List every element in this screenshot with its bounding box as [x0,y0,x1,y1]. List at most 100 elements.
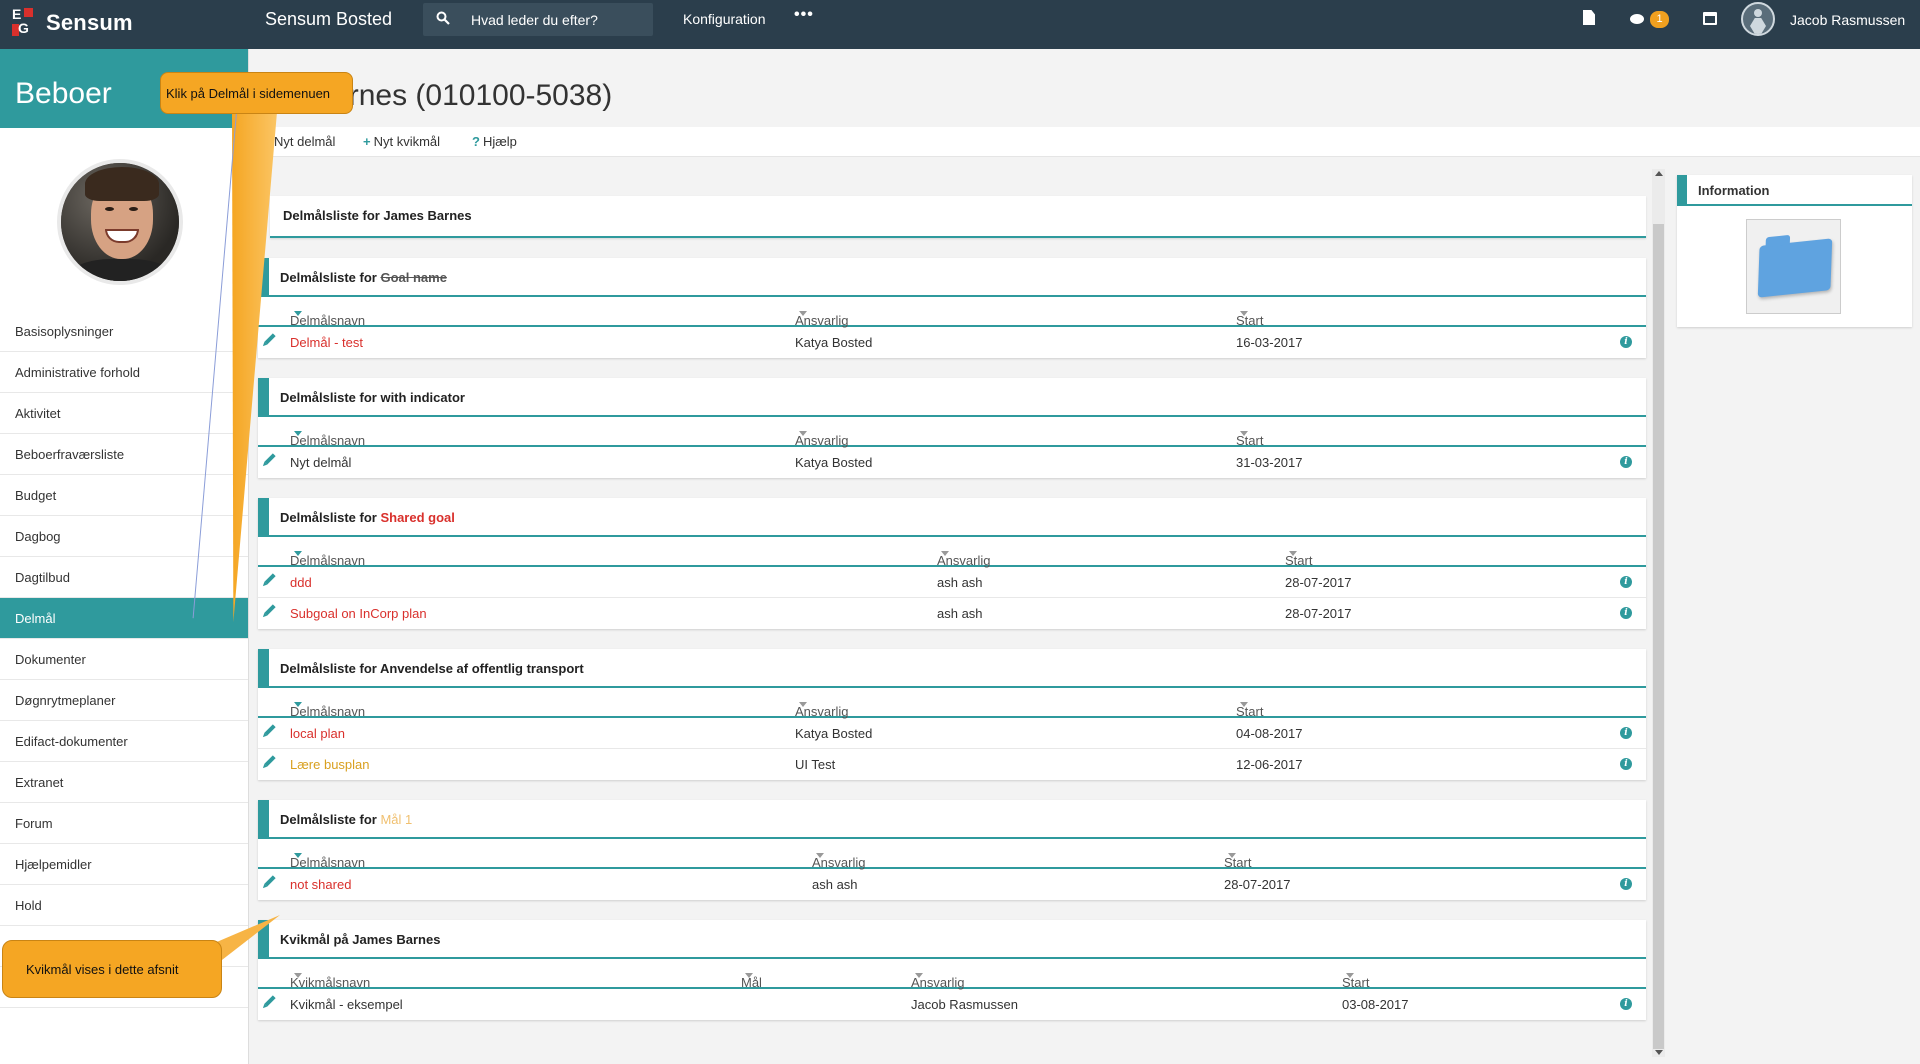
sidebar-item-hjaelpemidler[interactable]: Hjælpemidler [0,844,248,885]
col-quickgoal-name[interactable]: Kvikmålsnavn [290,967,370,990]
col-start[interactable]: Start [1285,545,1312,568]
start-date: 31-03-2017 [1236,455,1303,470]
resident-photo [57,159,183,285]
subgoal-link[interactable]: local plan [290,726,345,741]
col-subgoal-name[interactable]: Delmålsnavn [290,847,365,870]
edit-pencil-icon[interactable] [264,604,276,616]
sensum-logo[interactable]: EG Sensum [12,6,133,40]
help-button[interactable]: ? Hjælp [472,134,517,149]
subgoal-link[interactable]: not shared [290,877,351,892]
table-row: Kvikmål - eksempel Jacob Rasmussen 03-08… [258,989,1646,1020]
folder-icon [1757,238,1833,298]
info-icon[interactable]: i [1620,758,1632,770]
col-subgoal-name[interactable]: Delmålsnavn [290,305,365,328]
edit-pencil-icon[interactable] [264,724,276,736]
sidebar-item-hold[interactable]: Hold [0,885,248,926]
sidebar-item-dokumenter[interactable]: Dokumenter [0,639,248,680]
subgoal-link[interactable]: Nyt delmål [290,455,351,470]
scroll-thumb[interactable] [1653,224,1664,1049]
sidebar-item-administrative-forhold[interactable]: Administrative forhold [0,352,248,393]
organization-name[interactable]: Sensum Bosted [265,9,392,30]
col-start[interactable]: Start [1236,696,1263,719]
sidebar-item-delmal[interactable]: Delmål [0,598,248,639]
info-icon[interactable]: i [1620,727,1632,739]
scroll-down-icon[interactable] [1655,1050,1663,1055]
info-icon[interactable]: i [1620,336,1632,348]
group-goal-name: Anvendelse af offentlig transport [379,661,584,676]
col-responsible[interactable]: Ansvarlig [795,696,848,719]
subgoal-link[interactable]: ddd [290,575,312,590]
col-responsible[interactable]: Ansvarlig [911,967,964,990]
edit-pencil-icon[interactable] [264,333,276,345]
sidebar-item-beboerfravaersliste[interactable]: Beboerfraværsliste [0,434,248,475]
col-subgoal-name[interactable]: Delmålsnavn [290,696,365,719]
table-row: Delmål - test Katya Bosted 16-03-2017 i [258,327,1646,358]
edit-pencil-icon[interactable] [264,453,276,465]
column-headers: Delmålsnavn Ansvarlig Start [258,688,1646,719]
new-quickgoal-label: Nyt kvikmål [373,134,441,149]
group-goal-name[interactable]: Mål 1 [380,812,412,827]
edit-pencil-icon[interactable] [264,573,276,585]
col-responsible[interactable]: Ansvarlig [795,425,848,448]
scroll-up-icon[interactable] [1655,171,1663,176]
sidebar-item-extranet[interactable]: Extranet [0,762,248,803]
col-subgoal-name[interactable]: Delmålsnavn [290,545,365,568]
help-label: Hjælp [482,134,517,149]
col-goal[interactable]: Mål [741,967,762,990]
sidebar-item-edifact-dokumenter[interactable]: Edifact-dokumenter [0,721,248,762]
calendar-icon[interactable] [1703,12,1717,25]
edit-pencil-icon[interactable] [264,875,276,887]
col-start[interactable]: Start [1224,847,1251,870]
quickgoal-link[interactable]: Kvikmål - eksempel [290,997,403,1012]
col-start[interactable]: Start [1236,425,1263,448]
sidebar-item-forum[interactable]: Forum [0,803,248,844]
subgoal-link[interactable]: Subgoal on InCorp plan [290,606,427,621]
sidebar-item-dagtilbud[interactable]: Dagtilbud [0,557,248,598]
info-icon[interactable]: i [1620,878,1632,890]
user-avatar[interactable] [1741,2,1775,36]
table-row: not shared ash ash 28-07-2017 i [258,869,1646,900]
col-start[interactable]: Start [1236,305,1263,328]
new-subgoal-button[interactable]: Nyt delmål [274,134,335,149]
search-input[interactable]: Hvad leder du efter? [471,12,598,28]
group-header: Delmålsliste for Mål 1 [258,800,1646,839]
main-scrollbar[interactable] [1652,169,1665,1057]
quickgoal-header: Kvikmål på James Barnes [258,920,1646,959]
more-menu-icon[interactable]: ••• [794,6,814,24]
info-icon[interactable]: i [1620,998,1632,1010]
responsible: ash ash [937,575,983,590]
plus-icon: + [363,134,371,149]
col-responsible[interactable]: Ansvarlig [812,847,865,870]
chat-icon[interactable] [1630,14,1644,24]
group-prefix: Delmålsliste for [280,270,377,285]
info-icon[interactable]: i [1620,576,1632,588]
search-box[interactable]: Hvad leder du efter? [423,3,653,36]
info-icon[interactable]: i [1620,607,1632,619]
information-panel: Information [1677,175,1912,327]
edit-pencil-icon[interactable] [264,995,276,1007]
info-icon[interactable]: i [1620,456,1632,468]
sidebar-item-budget[interactable]: Budget [0,475,248,516]
toolbar: Nyt delmål + Nyt kvikmål ? Hjælp [249,127,1920,157]
sidebar-item-dognrytmeplaner[interactable]: Døgnrytmeplaner [0,680,248,721]
responsible: UI Test [795,757,836,772]
subgoal-group-panel: Delmålsliste for Goal name Delmålsnavn A… [258,258,1646,358]
new-quickgoal-button[interactable]: + Nyt kvikmål [363,134,440,149]
group-header: Delmålsliste for with indicator [258,378,1646,417]
group-goal-name[interactable]: Goal name [380,270,446,285]
col-responsible[interactable]: Ansvarlig [937,545,990,568]
col-start[interactable]: Start [1342,967,1369,990]
col-subgoal-name[interactable]: Delmålsnavn [290,425,365,448]
col-responsible[interactable]: Ansvarlig [795,305,848,328]
user-name[interactable]: Jacob Rasmussen [1790,12,1905,28]
configuration-menu[interactable]: Konfiguration [683,11,766,27]
subgoal-link[interactable]: Delmål - test [290,335,363,350]
group-goal-name[interactable]: Shared goal [380,510,454,525]
folder-thumbnail[interactable] [1746,219,1841,314]
edit-pencil-icon[interactable] [264,755,276,767]
chat-count-badge: 1 [1650,11,1669,28]
sidebar-item-basisoplysninger[interactable]: Basisoplysninger [0,311,248,352]
document-icon[interactable] [1583,10,1595,25]
subgoal-link[interactable]: Lære busplan [290,757,370,772]
sidebar-item-dagbog[interactable]: Dagbog [0,516,248,557]
